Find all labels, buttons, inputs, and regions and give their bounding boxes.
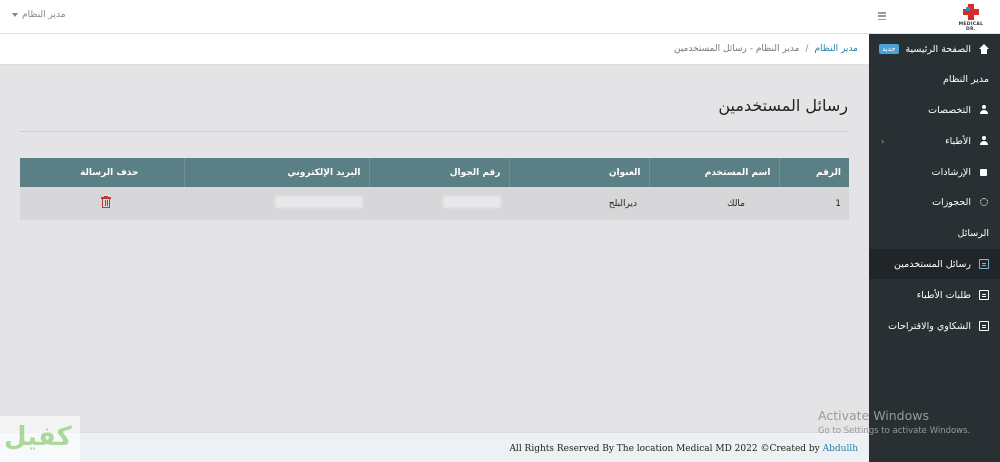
- sidebar-item-label: الأطباء: [945, 135, 971, 147]
- footer-text: All Rights Reserved By The location Medi…: [509, 444, 858, 454]
- sidebar-item-home[interactable]: الصفحة الرئيسية جديد: [869, 34, 1000, 64]
- menu-toggle-icon[interactable]: [878, 12, 886, 20]
- activate-windows-overlay: Activate Windows Go to Settings to activ…: [818, 408, 970, 436]
- watermark-text: كفيل: [4, 422, 72, 452]
- activate-windows-subtitle: Go to Settings to activate Windows.: [818, 426, 971, 436]
- user-menu-label: مدير النظام: [22, 10, 66, 20]
- cell-delete: [20, 187, 184, 220]
- corner-watermark: كفيل: [0, 416, 80, 462]
- breadcrumb-bar: مدير النظام / مدير النظام - رسائل المستخ…: [0, 34, 869, 65]
- medical-cross-icon: [963, 4, 979, 20]
- cell-number: 1: [835, 198, 841, 209]
- sidebar-item-doctors[interactable]: الأطباء ‹: [869, 126, 1000, 156]
- page-header: رسائل المستخدمين: [20, 88, 848, 132]
- messages-table: الرقم اسم المستخدم العنوان رقم الجوال ال…: [20, 158, 849, 220]
- sidebar-item-guidelines[interactable]: الإرشادات: [869, 157, 1000, 187]
- redacted-email: [275, 196, 363, 208]
- column-header-delete: حذف الرسالة: [20, 158, 185, 187]
- column-header-email: البريد الإلكتروني: [184, 158, 370, 187]
- user-icon: [979, 136, 989, 146]
- sidebar-item-label: الصفحة الرئيسية: [905, 43, 971, 55]
- column-header-address: العنوان: [509, 158, 650, 187]
- breadcrumb-current: مدير النظام - رسائل المستخدمين: [673, 44, 800, 54]
- top-navbar: مدير النظام MEDICAL DR.: [0, 0, 1000, 34]
- new-badge: جديد: [879, 44, 899, 54]
- sidebar-item-complaints[interactable]: الشكاوي والاقتراحات: [869, 311, 1000, 341]
- sidebar-item-label: الشكاوي والاقتراحات: [888, 320, 971, 332]
- footer-author-link[interactable]: Abdullh: [823, 444, 858, 454]
- column-header-number: الرقم: [815, 167, 841, 178]
- trash-icon[interactable]: [101, 196, 111, 208]
- sidebar-item-label: رسائل المستخدمين: [894, 258, 971, 270]
- sidebar-item-bookings[interactable]: الحجوزات: [869, 187, 1000, 217]
- page-title: رسائل المستخدمين: [718, 96, 848, 115]
- sidebar-item-doctor-requests[interactable]: طلبات الأطباء: [869, 280, 1000, 310]
- cell-phone: [369, 187, 509, 220]
- sidebar-section-label: مدير النظام: [943, 73, 989, 85]
- footer-copyright: All Rights Reserved By The location Medi…: [509, 444, 820, 454]
- cogs-icon: [979, 197, 989, 207]
- logo-text: MEDICAL DR.: [958, 22, 984, 32]
- document-icon: [979, 259, 989, 269]
- sidebar-item-user-messages[interactable]: رسائل المستخدمين: [869, 249, 1000, 279]
- column-header-phone: رقم الجوال: [369, 158, 510, 187]
- sidebar-item-label: الإرشادات: [931, 166, 971, 178]
- document-icon: [979, 321, 989, 331]
- sidebar-section-label: الرسائل: [957, 227, 989, 239]
- footer: All Rights Reserved By The location Medi…: [0, 432, 869, 462]
- cell-address: ديرالبلح: [608, 198, 637, 209]
- sidebar: الصفحة الرئيسية جديد مدير النظام التخصصا…: [869, 34, 1000, 462]
- chevron-left-icon: ‹: [881, 136, 885, 146]
- breadcrumb: مدير النظام / مدير النظام - رسائل المستخ…: [674, 44, 858, 54]
- caret-down-icon: [12, 13, 18, 17]
- sidebar-section-admin: مدير النظام: [869, 64, 1000, 94]
- user-menu-dropdown[interactable]: مدير النظام: [12, 10, 66, 20]
- user-plus-icon: [979, 105, 989, 115]
- table-row: 1 مالك ديرالبلح: [20, 187, 849, 220]
- sidebar-item-label: التخصصات: [928, 104, 971, 116]
- puzzle-icon: [979, 167, 989, 177]
- column-header-username: اسم المستخدم: [649, 158, 780, 187]
- document-icon: [979, 290, 989, 300]
- logo[interactable]: MEDICAL DR.: [954, 3, 988, 32]
- sidebar-item-label: الحجوزات: [932, 196, 971, 208]
- breadcrumb-separator: /: [805, 44, 809, 54]
- sidebar-item-label: طلبات الأطباء: [916, 289, 971, 301]
- breadcrumb-root-link[interactable]: مدير النظام: [814, 44, 858, 54]
- activate-windows-title: Activate Windows: [818, 408, 929, 423]
- sidebar-section-messages: الرسائل: [869, 218, 1000, 248]
- redacted-phone: [443, 196, 501, 208]
- home-icon: [979, 44, 989, 54]
- cell-username: مالك: [727, 198, 745, 209]
- cell-email: [184, 187, 369, 220]
- sidebar-item-specialties[interactable]: التخصصات: [869, 95, 1000, 125]
- table-header-row: الرقم اسم المستخدم العنوان رقم الجوال ال…: [20, 158, 849, 187]
